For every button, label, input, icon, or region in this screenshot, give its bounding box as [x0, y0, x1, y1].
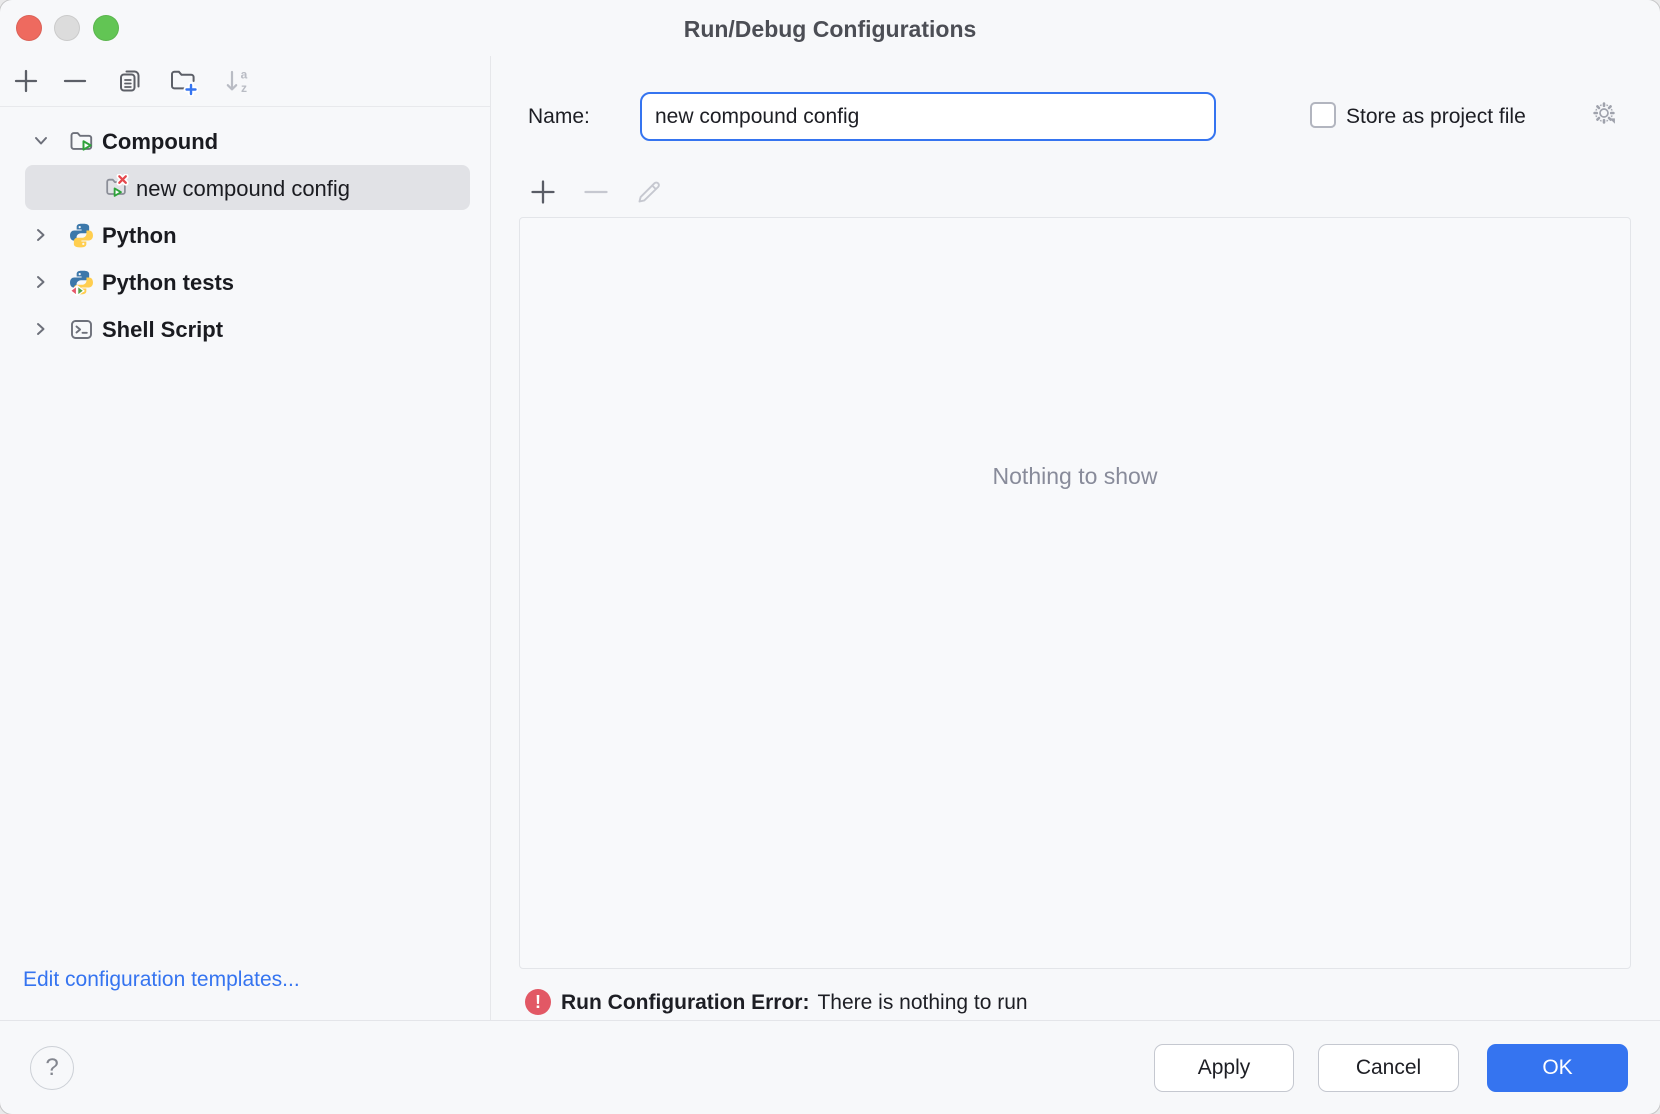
tree-item-python[interactable]: Python	[0, 212, 490, 259]
plus-icon	[528, 177, 558, 207]
help-button[interactable]: ?	[30, 1046, 74, 1090]
sidebar-toolbar-divider	[0, 106, 490, 107]
chevron-down-icon[interactable]	[31, 131, 51, 151]
dialog-title: Run/Debug Configurations	[0, 0, 1660, 56]
edit-run-configuration-button[interactable]	[633, 176, 664, 207]
tree-item-label: new compound config	[136, 165, 350, 212]
sort-az-icon: a z	[223, 66, 253, 96]
python-tests-icon	[68, 269, 95, 296]
python-icon	[68, 222, 95, 249]
copy-configuration-button[interactable]	[115, 66, 145, 96]
new-folder-button[interactable]	[168, 66, 198, 96]
tree-item-label: Shell Script	[102, 306, 223, 353]
store-options-button[interactable]	[1588, 98, 1622, 132]
error-title: Run Configuration Error:	[561, 991, 809, 1014]
run-debug-configurations-dialog: Run/Debug Configurations	[0, 0, 1660, 1114]
configurations-sidebar: a z Compound new compound con	[0, 56, 490, 1020]
gear-icon	[1588, 98, 1622, 132]
add-run-configuration-button[interactable]	[527, 176, 558, 207]
name-field-label: Name:	[528, 92, 590, 141]
error-icon: !	[525, 989, 551, 1015]
pencil-icon	[634, 177, 664, 207]
error-message: Run Configuration Error: There is nothing…	[561, 989, 1028, 1016]
tree-item-label: Compound	[102, 118, 218, 165]
chevron-right-icon[interactable]	[31, 225, 51, 245]
sort-configurations-button[interactable]: a z	[223, 66, 253, 96]
tree-item-label: Python	[102, 212, 177, 259]
tree-item-python-tests[interactable]: Python tests	[0, 259, 490, 306]
svg-text:z: z	[241, 81, 247, 95]
copy-icon	[116, 67, 144, 95]
footer-divider	[0, 1020, 1660, 1021]
edit-configuration-templates-link[interactable]: Edit configuration templates...	[23, 968, 300, 992]
cancel-button[interactable]: Cancel	[1318, 1044, 1459, 1092]
plus-icon	[12, 67, 40, 95]
remove-configuration-button[interactable]	[60, 66, 90, 96]
svg-text:a: a	[241, 68, 248, 82]
error-detail: There is nothing to run	[817, 991, 1027, 1014]
store-as-project-file-checkbox[interactable]	[1310, 102, 1336, 128]
name-input[interactable]	[640, 92, 1216, 141]
tree-item-shell-script[interactable]: Shell Script	[0, 306, 490, 353]
store-as-project-file-label: Store as project file	[1346, 92, 1526, 141]
compound-folder-icon	[68, 128, 95, 155]
title-bar: Run/Debug Configurations	[0, 0, 1660, 56]
invalid-compound-config-icon	[103, 174, 130, 201]
shell-script-icon	[68, 316, 95, 343]
panel-divider	[490, 56, 491, 1020]
new-folder-icon	[168, 66, 198, 96]
tree-item-compound[interactable]: Compound	[0, 118, 490, 165]
minus-icon	[61, 67, 89, 95]
apply-button[interactable]: Apply	[1154, 1044, 1294, 1092]
chevron-right-icon[interactable]	[31, 272, 51, 292]
tree-item-label: Python tests	[102, 259, 234, 306]
ok-button[interactable]: OK	[1487, 1044, 1628, 1092]
empty-state-message: Nothing to show	[520, 463, 1630, 490]
tree-item-new-compound-config[interactable]: new compound config	[0, 165, 490, 212]
chevron-right-icon[interactable]	[31, 319, 51, 339]
minus-icon	[581, 177, 611, 207]
compound-configurations-list: Nothing to show	[519, 217, 1631, 969]
remove-run-configuration-button[interactable]	[580, 176, 611, 207]
add-configuration-button[interactable]	[11, 66, 41, 96]
